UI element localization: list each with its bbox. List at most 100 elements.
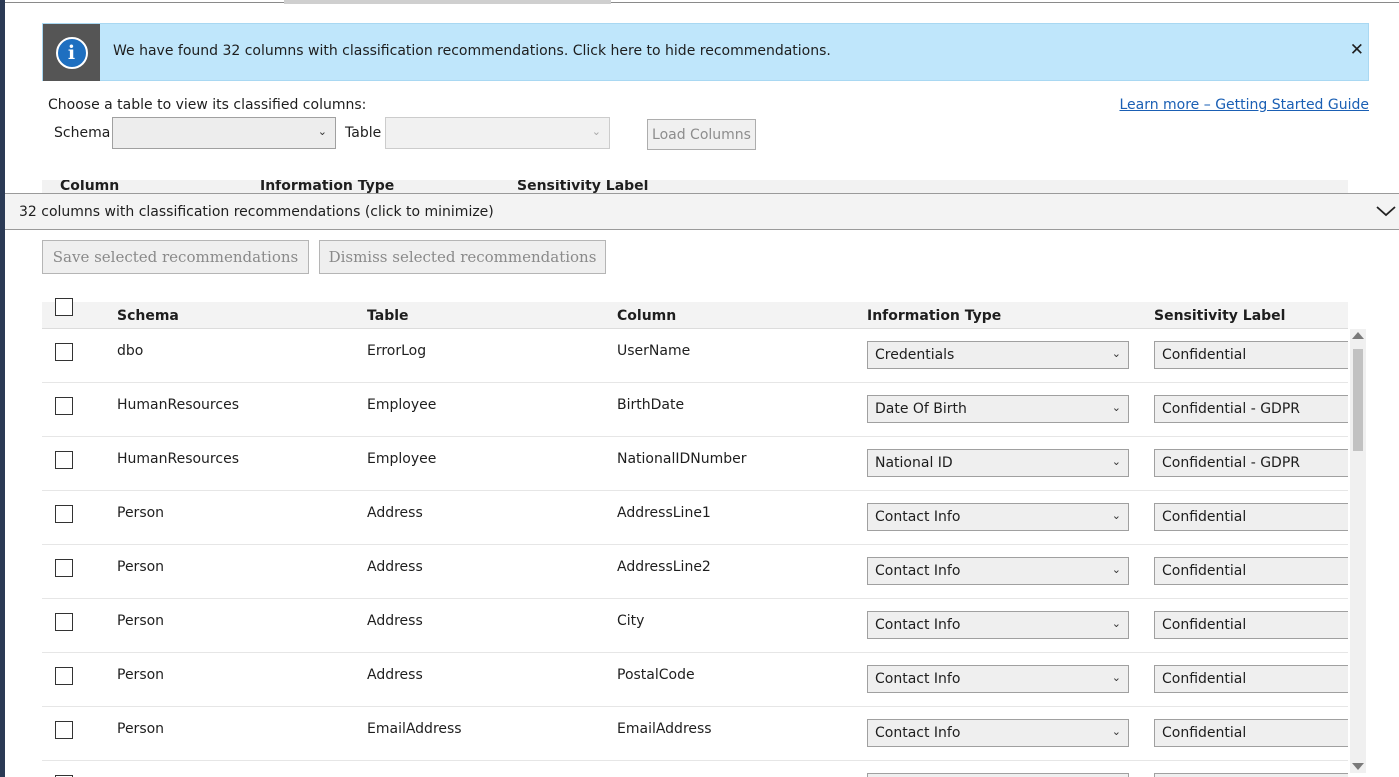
- sensitivity-label-value: Confidential - GDPR: [1162, 455, 1301, 471]
- schema-label: Schema: [54, 125, 111, 141]
- table-label: Table: [345, 125, 382, 141]
- row-checkbox[interactable]: [55, 721, 73, 739]
- table-row: Person EmailAddress EmailAddress Contact…: [42, 707, 1348, 761]
- information-type-dropdown[interactable]: Contact Info ⌄: [867, 719, 1129, 747]
- sensitivity-label-value: Confidential: [1162, 347, 1247, 363]
- left-window-edge: [0, 0, 5, 777]
- choose-table-prompt: Choose a table to view its classified co…: [48, 97, 367, 113]
- cell-schema: HumanResources: [117, 397, 239, 413]
- sensitivity-label-dropdown[interactable]: [1154, 773, 1348, 777]
- chevron-down-icon: ⌄: [1111, 617, 1121, 630]
- table-row: Person Address PostalCode Contact Info ⌄…: [42, 653, 1348, 707]
- cell-schema: Person: [117, 559, 165, 575]
- recommendations-grid: dbo ErrorLog UserName Credentials ⌄ Conf…: [42, 329, 1348, 777]
- information-type-value: Contact Info: [875, 725, 961, 741]
- info-icon-container: i: [43, 24, 100, 81]
- table-row: HumanResources Employee BirthDate Date O…: [42, 383, 1348, 437]
- information-type-value: Date Of Birth: [875, 401, 967, 417]
- top-divider: [5, 2, 1399, 3]
- sensitivity-label-dropdown[interactable]: Confidential: [1154, 557, 1348, 585]
- chevron-down-icon: ⌄: [1111, 725, 1121, 738]
- row-checkbox[interactable]: [55, 451, 73, 469]
- information-type-dropdown[interactable]: Contact Info ⌄: [867, 665, 1129, 693]
- header-column: Column: [617, 308, 677, 324]
- sensitivity-label-value: Confidential: [1162, 617, 1247, 633]
- sensitivity-label-value: Confidential - GDPR: [1162, 401, 1301, 417]
- chevron-down-icon: ⌄: [1111, 671, 1121, 684]
- row-checkbox[interactable]: [55, 613, 73, 631]
- recommendations-toggle-bar[interactable]: 32 columns with classification recommend…: [5, 193, 1399, 230]
- information-type-dropdown[interactable]: National ID ⌄: [867, 449, 1129, 477]
- cell-schema: Person: [117, 721, 165, 737]
- information-type-value: National ID: [875, 455, 953, 471]
- cell-column: UserName: [617, 343, 691, 359]
- information-type-value: Credentials: [875, 347, 955, 363]
- info-icon: i: [55, 36, 88, 69]
- recommendation-info-banner: i We have found 32 columns with classifi…: [42, 23, 1369, 81]
- cell-table: ErrorLog: [367, 343, 427, 359]
- cell-schema: Person: [117, 667, 165, 683]
- table-dropdown[interactable]: ⌄: [385, 117, 610, 149]
- arrow-up-icon[interactable]: [1352, 332, 1364, 339]
- header-information-type: Information Type: [867, 308, 1002, 324]
- load-columns-button[interactable]: Load Columns: [647, 119, 756, 150]
- row-checkbox[interactable]: [55, 667, 73, 685]
- cell-table: EmailAddress: [367, 721, 462, 737]
- cell-table: Address: [367, 559, 423, 575]
- information-type-dropdown[interactable]: Contact Info ⌄: [867, 611, 1129, 639]
- information-type-dropdown[interactable]: Contact Info ⌄: [867, 557, 1129, 585]
- header-table: Table: [367, 308, 409, 324]
- sensitivity-label-dropdown[interactable]: Confidential: [1154, 719, 1348, 747]
- information-type-dropdown[interactable]: Date Of Birth ⌄: [867, 395, 1129, 423]
- close-icon[interactable]: ✕: [1350, 40, 1364, 60]
- sensitivity-label-dropdown[interactable]: Confidential: [1154, 665, 1348, 693]
- sensitivity-label-dropdown[interactable]: Confidential: [1154, 611, 1348, 639]
- header-sensitivity-label: Sensitivity Label: [517, 180, 649, 194]
- sensitivity-label-dropdown[interactable]: Confidential: [1154, 341, 1348, 369]
- cell-column: AddressLine2: [617, 559, 711, 575]
- select-all-checkbox[interactable]: [55, 298, 73, 316]
- sensitivity-label-value: Confidential: [1162, 671, 1247, 687]
- schema-dropdown[interactable]: ⌄: [112, 117, 336, 149]
- dismiss-recommendations-button[interactable]: Dismiss selected recommendations: [319, 240, 606, 274]
- row-checkbox[interactable]: [55, 559, 73, 577]
- sensitivity-label-dropdown[interactable]: Confidential - GDPR: [1154, 449, 1348, 477]
- cell-schema: HumanResources: [117, 451, 239, 467]
- document-tab[interactable]: [284, 0, 611, 4]
- table-row: HumanResources Employee NationalIDNumber…: [42, 437, 1348, 491]
- save-recommendations-button[interactable]: Save selected recommendations: [42, 240, 309, 274]
- row-checkbox[interactable]: [55, 397, 73, 415]
- hide-recommendations-link[interactable]: We have found 32 columns with classifica…: [113, 43, 831, 59]
- recommendations-grid-header: Schema Table Column Information Type Sen…: [42, 298, 1348, 329]
- sensitivity-label-value: Confidential: [1162, 509, 1247, 525]
- vertical-scrollbar[interactable]: [1350, 329, 1366, 773]
- sensitivity-label-dropdown[interactable]: Confidential - GDPR: [1154, 395, 1348, 423]
- chevron-down-icon: ⌄: [1111, 401, 1121, 414]
- cell-column: BirthDate: [617, 397, 685, 413]
- table-row: dbo ErrorLog UserName Credentials ⌄ Conf…: [42, 329, 1348, 383]
- row-checkbox[interactable]: [55, 343, 73, 361]
- chevron-down-icon: ⌄: [1111, 509, 1121, 522]
- chevron-down-icon: ⌄: [1111, 455, 1121, 468]
- header-column: Column: [60, 180, 120, 194]
- getting-started-link[interactable]: Learn more – Getting Started Guide: [1119, 97, 1369, 113]
- information-type-value: Contact Info: [875, 617, 961, 633]
- table-row: ⌄: [42, 761, 1348, 777]
- cell-column: City: [617, 613, 645, 629]
- cell-column: NationalIDNumber: [617, 451, 747, 467]
- information-type-dropdown[interactable]: Contact Info ⌄: [867, 503, 1129, 531]
- header-schema: Schema: [117, 308, 179, 324]
- row-checkbox[interactable]: [55, 505, 73, 523]
- information-type-dropdown[interactable]: ⌄: [867, 773, 1129, 777]
- chevron-down-icon: [1376, 206, 1396, 217]
- information-type-value: Contact Info: [875, 509, 961, 525]
- sensitivity-label-dropdown[interactable]: Confidential: [1154, 503, 1348, 531]
- arrow-down-icon[interactable]: [1352, 763, 1364, 770]
- cell-table: Address: [367, 667, 423, 683]
- cell-schema: Person: [117, 505, 165, 521]
- scrollbar-thumb[interactable]: [1353, 349, 1363, 451]
- cell-column: EmailAddress: [617, 721, 712, 737]
- information-type-value: Contact Info: [875, 563, 961, 579]
- information-type-dropdown[interactable]: Credentials ⌄: [867, 341, 1129, 369]
- table-row: Person Address AddressLine1 Contact Info…: [42, 491, 1348, 545]
